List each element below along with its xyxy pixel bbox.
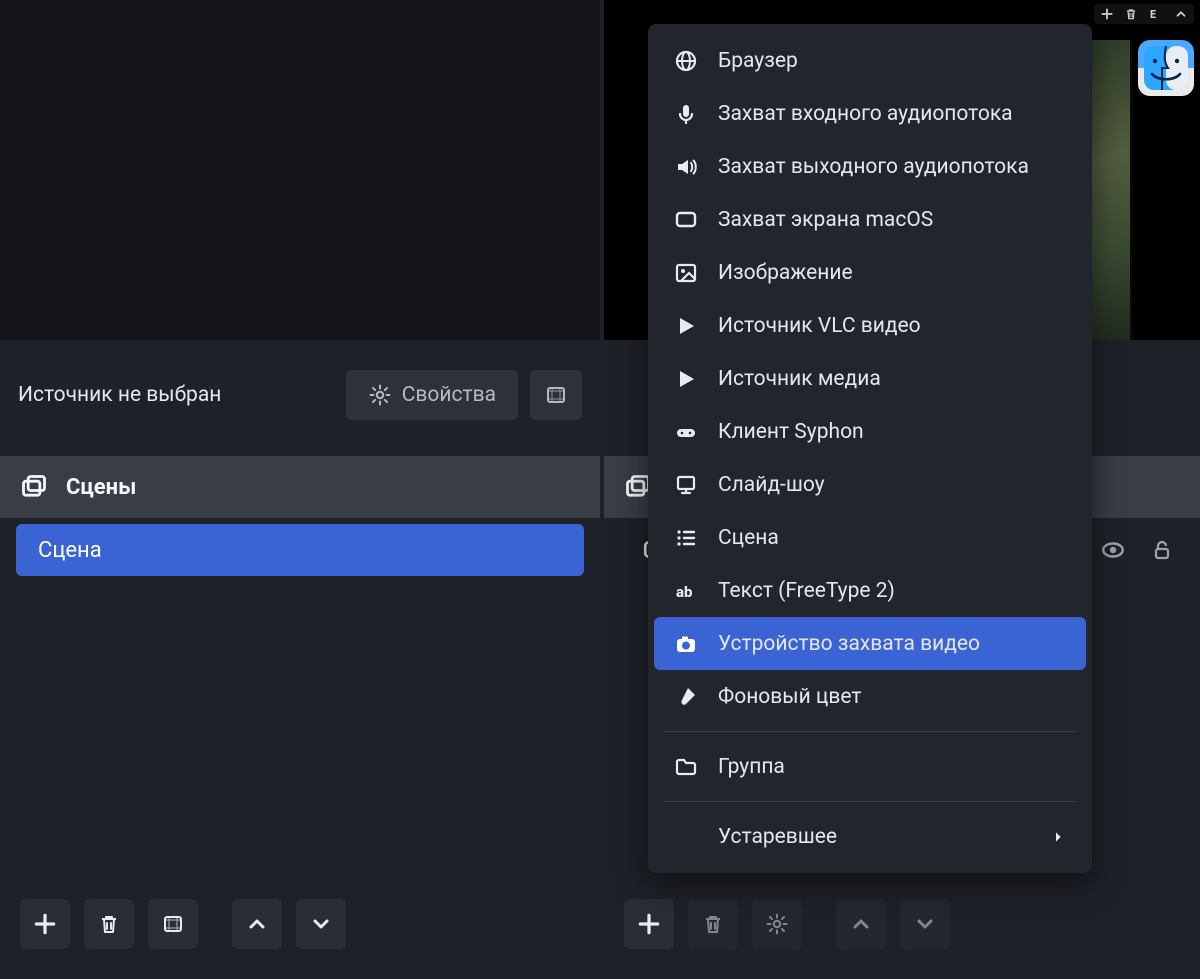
scenes-icon (20, 473, 48, 501)
menu-item-label: Сцена (718, 526, 1066, 550)
menu-item-label: Устройство захвата видео (718, 632, 1066, 656)
plus-icon[interactable] (1100, 7, 1114, 21)
menu-item-display[interactable]: Захват экрана macOS (654, 193, 1086, 246)
add-source-button[interactable] (624, 899, 674, 949)
menu-item-text[interactable]: Текст (FreeType 2) (654, 564, 1086, 617)
filter-icon (544, 383, 568, 407)
folder-icon (672, 753, 700, 781)
speaker-icon (672, 153, 700, 181)
menu-item-label: Слайд-шоу (718, 473, 1066, 497)
chevron-right-icon (1050, 829, 1066, 845)
mic-icon (672, 100, 700, 128)
menu-item-list[interactable]: Сцена (654, 511, 1086, 564)
move-source-up-button[interactable] (836, 899, 886, 949)
menu-item-deprecated[interactable]: Устаревшее (654, 810, 1086, 863)
menu-item-label: Изображение (718, 261, 1066, 285)
preview-window-toolbar (1094, 4, 1194, 24)
menu-item-label: Источник медиа (718, 367, 1066, 391)
display-icon (672, 206, 700, 234)
menu-item-gamepad[interactable]: Клиент Syphon (654, 405, 1086, 458)
scene-item[interactable]: Сцена (16, 524, 584, 576)
app-root: Источник не выбран Свойства Сцены Сцена (0, 0, 1200, 979)
menu-separator (664, 801, 1076, 802)
camera-icon (672, 630, 700, 658)
menu-item-label: Источник VLC видео (718, 314, 1066, 338)
slideshow-icon (672, 471, 700, 499)
menu-item-image[interactable]: Изображение (654, 246, 1086, 299)
move-scene-up-button[interactable] (232, 899, 282, 949)
add-scene-button[interactable] (20, 899, 70, 949)
menu-item-play[interactable]: Источник VLC видео (654, 299, 1086, 352)
menu-item-label: Группа (718, 755, 1066, 779)
menu-item-speaker[interactable]: Захват выходного аудиопотока (654, 140, 1086, 193)
list-icon (672, 524, 700, 552)
move-scene-down-button[interactable] (296, 899, 346, 949)
properties-button-label: Свойства (402, 383, 496, 407)
menu-item-label: Клиент Syphon (718, 420, 1066, 444)
remove-source-button[interactable] (688, 899, 738, 949)
text-icon (672, 577, 700, 605)
menu-separator (664, 731, 1076, 732)
properties-button[interactable]: Свойства (346, 370, 518, 420)
menu-item-label: Браузер (718, 49, 1066, 73)
image-icon (672, 259, 700, 287)
brush-icon (672, 683, 700, 711)
menu-item-label: Захват выходного аудиопотока (718, 155, 1066, 179)
trash-icon[interactable] (1124, 7, 1138, 21)
preview-area-left[interactable] (0, 0, 600, 340)
menu-item-label: Текст (FreeType 2) (718, 579, 1066, 603)
menu-item-label: Захват экрана macOS (718, 208, 1066, 232)
remove-scene-button[interactable] (84, 899, 134, 949)
menu-item-group[interactable]: Группа (654, 740, 1086, 793)
scenes-toolbar (0, 888, 600, 960)
menu-item-play[interactable]: Источник медиа (654, 352, 1086, 405)
gamepad-icon (672, 418, 700, 446)
source-properties-button[interactable] (752, 899, 802, 949)
scene-item-label: Сцена (38, 538, 102, 563)
sources-toolbar (604, 888, 1200, 960)
scenes-list: Сцена (16, 524, 584, 576)
menu-item-slideshow[interactable]: Слайд-шоу (654, 458, 1086, 511)
chevron-up-icon[interactable] (1174, 7, 1188, 21)
menu-item-brush[interactable]: Фоновый цвет (654, 670, 1086, 723)
source-status-row: Источник не выбран Свойства (0, 354, 600, 436)
menu-item-camera[interactable]: Устройство захвата видео (654, 617, 1086, 670)
add-source-menu: Браузер Захват входного аудиопотока Захват… (648, 24, 1092, 873)
scenes-panel-header[interactable]: Сцены (0, 456, 600, 518)
menu-item-label: Фоновый цвет (718, 685, 1066, 709)
play-icon (672, 312, 700, 340)
move-source-down-button[interactable] (900, 899, 950, 949)
menu-item-mic[interactable]: Захват входного аудиопотока (654, 87, 1086, 140)
menu-item-label: Захват входного аудиопотока (718, 102, 1066, 126)
filters-button[interactable] (530, 370, 582, 420)
left-column: Источник не выбран Свойства Сцены Сцена (0, 0, 600, 960)
fx-icon[interactable] (1148, 6, 1164, 22)
gear-icon (368, 383, 392, 407)
menu-item-label: Устаревшее (718, 825, 1032, 849)
no-source-label: Источник не выбран (18, 383, 221, 407)
finder-app-icon[interactable] (1138, 40, 1194, 96)
menu-item-globe[interactable]: Браузер (654, 34, 1086, 87)
eye-icon[interactable] (1100, 537, 1126, 563)
scene-filters-button[interactable] (148, 899, 198, 949)
globe-icon (672, 47, 700, 75)
play-icon (672, 365, 700, 393)
scenes-panel-title: Сцены (66, 475, 136, 500)
lock-icon[interactable] (1150, 538, 1174, 562)
